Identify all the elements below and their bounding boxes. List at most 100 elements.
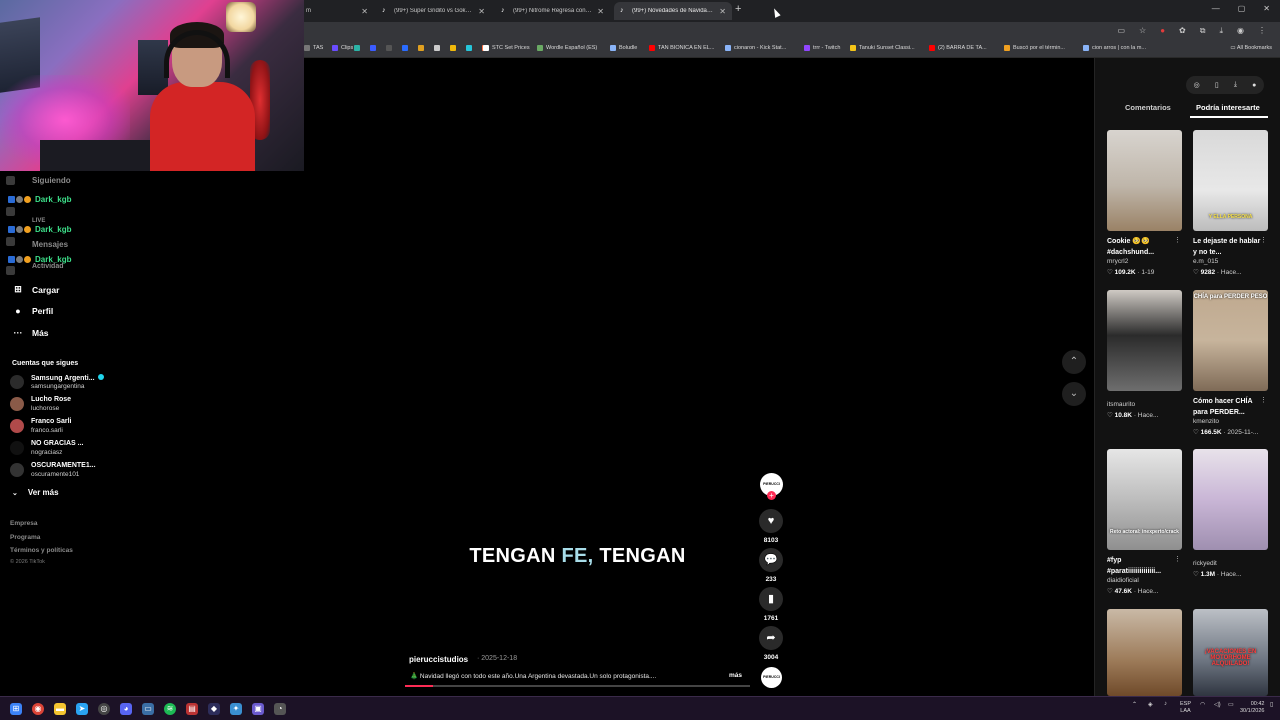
- video-thumbnail[interactable]: [1107, 130, 1182, 231]
- bookmark-item[interactable]: (2) BARRA DE TA...: [929, 45, 987, 51]
- avatar[interactable]: ●: [1252, 82, 1256, 89]
- bookmark-item[interactable]: Tanuki Sunset Classi...: [850, 45, 915, 51]
- following-account[interactable]: NO GRACIAS ... nograciasz: [10, 438, 120, 458]
- bookmark-item[interactable]: [450, 45, 459, 51]
- bookmark-item[interactable]: [354, 45, 363, 51]
- video-progress-bar[interactable]: [405, 685, 750, 687]
- chrome-icon[interactable]: ◉: [32, 703, 44, 715]
- extensions-puzzle-icon[interactable]: ⧉: [1200, 26, 1206, 36]
- bookmark-item[interactable]: Wordle Español (ES): [537, 45, 597, 51]
- app-purple-icon[interactable]: ▣: [252, 703, 264, 715]
- tab-you-may-like[interactable]: Podría interesarte: [1196, 103, 1260, 112]
- video-thumbnail[interactable]: ¡VACACIONES EN MOTORHOME ALQUILADO!: [1193, 609, 1268, 696]
- browser-tab[interactable]: m ✕: [300, 2, 374, 20]
- download-icon[interactable]: ⤓: [1234, 81, 1237, 89]
- close-icon[interactable]: ✕: [719, 7, 726, 16]
- nav-activity[interactable]: Actividad: [32, 263, 64, 270]
- nav-profile[interactable]: ● Perfil: [12, 306, 53, 316]
- follow-plus-icon[interactable]: +: [767, 491, 776, 500]
- bookmark-item[interactable]: Clips: [332, 45, 353, 51]
- video-thumbnail[interactable]: Y ELLA PERSONA: [1193, 130, 1268, 231]
- maximize-icon[interactable]: ▢: [1238, 4, 1246, 13]
- recommended-video-card[interactable]: rickyedit ♡ 1.3M · Hace...: [1193, 449, 1271, 578]
- previous-video-button[interactable]: ⌃: [1062, 350, 1086, 374]
- extension-record-icon[interactable]: ●: [1160, 26, 1165, 36]
- close-icon[interactable]: ✕: [597, 7, 604, 16]
- video-thumbnail[interactable]: CHÍA para PERDER PESO: [1193, 290, 1268, 391]
- recommended-video-card[interactable]: [1107, 609, 1185, 696]
- bookmark-item[interactable]: [466, 45, 475, 51]
- card-author[interactable]: mrycrl2: [1107, 258, 1128, 265]
- tab-comments[interactable]: Comentarios: [1125, 103, 1171, 112]
- bookmark-item[interactable]: [402, 45, 411, 51]
- close-window-icon[interactable]: ✕: [1263, 4, 1270, 13]
- following-account[interactable]: Lucho Rose luchorose: [10, 394, 120, 414]
- card-author[interactable]: rickyedit: [1193, 560, 1217, 567]
- browser-tab[interactable]: ♪ (99+) Nitrome Regresa con Cli... ✕: [495, 2, 610, 20]
- phone-icon[interactable]: ▯: [1215, 81, 1219, 89]
- bookmark-item[interactable]: Buscó por el términ...: [1004, 45, 1065, 51]
- card-menu-icon[interactable]: ⋮: [1260, 396, 1267, 404]
- recommended-video-card[interactable]: ¡VACACIONES EN MOTORHOME ALQUILADO!: [1193, 609, 1271, 696]
- video-thumbnail[interactable]: [1193, 449, 1268, 550]
- card-menu-icon[interactable]: ⋮: [1260, 236, 1267, 244]
- following-account[interactable]: Franco Sarli franco.sarli: [10, 416, 120, 436]
- star-icon[interactable]: ☆: [1139, 26, 1146, 36]
- bookmark-item[interactable]: cionaron - Kick Stat...: [725, 45, 786, 51]
- download-icon[interactable]: ⤓: [1219, 26, 1223, 36]
- nav-messages[interactable]: Mensajes: [32, 240, 68, 249]
- spotify-icon[interactable]: ≋: [164, 703, 176, 715]
- recommended-video-card[interactable]: itsmaurito ♡ 10.8K · Hace...: [1107, 290, 1185, 419]
- app-blue-icon[interactable]: ✦: [230, 703, 242, 715]
- bookmark-item[interactable]: TAN BIONICA EN EL...: [649, 45, 714, 51]
- footer-link-terms[interactable]: Términos y políticas: [10, 547, 73, 554]
- file-explorer-icon[interactable]: ▬: [54, 703, 66, 715]
- card-menu-icon[interactable]: ⋮: [1174, 236, 1181, 244]
- volume-icon[interactable]: ◁): [1214, 701, 1221, 708]
- live-icon[interactable]: [6, 207, 15, 216]
- card-author[interactable]: kmenzito: [1193, 418, 1219, 425]
- like-button[interactable]: ♥: [759, 509, 783, 533]
- video-thumbnail[interactable]: [1107, 290, 1182, 391]
- following-account[interactable]: OSCURAMENTE1... oscuramente101: [10, 460, 120, 480]
- menu-kebab-icon[interactable]: ⋮: [1258, 26, 1266, 36]
- wifi-icon[interactable]: ◠: [1200, 701, 1205, 708]
- app-gray-icon[interactable]: ◔: [274, 703, 286, 715]
- next-video-button[interactable]: ⌄: [1062, 382, 1086, 406]
- footer-link-program[interactable]: Programa: [10, 534, 40, 541]
- following-account[interactable]: Samsung Argenti... samsungargentina: [10, 372, 120, 392]
- vpn-icon[interactable]: ◆: [208, 703, 220, 715]
- save-button[interactable]: ▮: [759, 587, 783, 611]
- bookmark-item[interactable]: [418, 45, 427, 51]
- recommended-video-card[interactable]: Cookie 🥺🥺 #dachshund... ⋮ mrycrl2 ♡ 109.2K …: [1107, 130, 1185, 276]
- bookmark-item[interactable]: TAS: [304, 45, 323, 51]
- share-button[interactable]: ➦: [759, 626, 783, 650]
- profile-avatar-icon[interactable]: ◉: [1237, 26, 1244, 36]
- notifications-icon[interactable]: ▯: [1270, 701, 1273, 708]
- app-red-icon[interactable]: ▤: [186, 703, 198, 715]
- card-menu-icon[interactable]: ⋮: [1174, 555, 1181, 563]
- tray-chevron-icon[interactable]: ⌃: [1132, 701, 1137, 708]
- card-author[interactable]: e.m_015: [1193, 258, 1218, 265]
- bookmark-item[interactable]: STC Set Prices: [483, 45, 530, 51]
- discord-icon[interactable]: ◕: [120, 703, 132, 715]
- bookmark-item[interactable]: [434, 45, 443, 51]
- battery-icon[interactable]: ▭: [1228, 701, 1234, 708]
- keyboard-language[interactable]: ESP LAA: [1180, 701, 1191, 715]
- obs-icon[interactable]: ◎: [98, 703, 110, 715]
- card-author[interactable]: itsmaurito: [1107, 401, 1135, 408]
- nav-upload[interactable]: ⊞ Cargar: [12, 284, 59, 295]
- new-tab-icon[interactable]: +: [735, 3, 741, 15]
- card-author[interactable]: diaidioficial: [1107, 577, 1139, 584]
- telegram-icon[interactable]: ➤: [76, 703, 88, 715]
- bookmark-item[interactable]: [370, 45, 379, 51]
- clock[interactable]: 00:42 30/1/2026: [1240, 701, 1264, 715]
- nav-more[interactable]: ··· Más: [12, 328, 49, 338]
- video-author[interactable]: pieruccistudios: [409, 655, 468, 664]
- bookmark-item[interactable]: trrr - Twitch: [804, 45, 840, 51]
- browser-tab[interactable]: ♪ (99+) Super Gridito vs Goku Hu... ✕: [376, 2, 491, 20]
- extension-icon[interactable]: ✿: [1179, 26, 1186, 36]
- recommended-video-card[interactable]: Y ELLA PERSONA Le dejaste de hablar y no …: [1193, 130, 1271, 276]
- recommended-video-card[interactable]: CHÍA para PERDER PESO Cómo hacer CHÍA par…: [1193, 290, 1271, 436]
- activity-icon[interactable]: [6, 266, 15, 275]
